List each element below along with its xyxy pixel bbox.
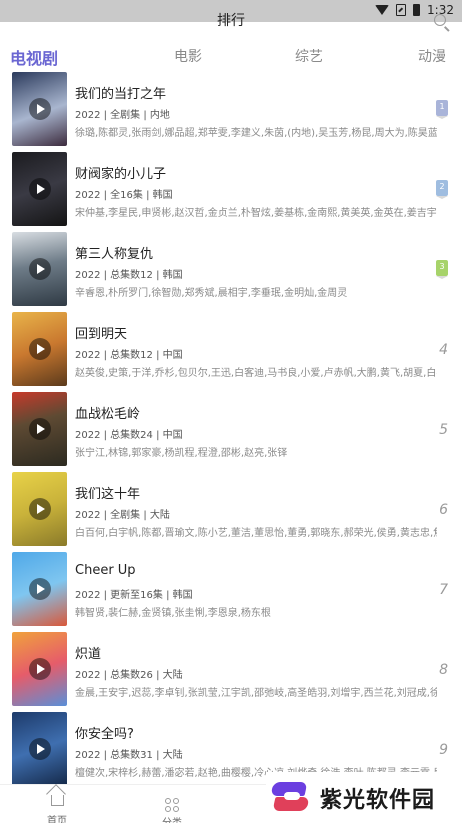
play-icon[interactable] (28, 418, 51, 440)
category-tabs: 电视剧 电影 综艺 动漫 (0, 42, 462, 72)
nav-categories-label: 分类 (142, 814, 202, 823)
show-title: 炽道 (75, 647, 102, 662)
tab-variety[interactable]: 综艺 (295, 46, 323, 66)
show-cast: 辛睿恩,朴所罗门,徐智勋,郑秀斌,晨相宇,李垂珉,金明灿,金周灵 (75, 288, 348, 299)
poster-image[interactable] (12, 72, 67, 146)
rank-number: 7 (439, 582, 448, 598)
rank-number: 9 (439, 742, 448, 758)
rank-badge-icon: 2 (436, 180, 448, 199)
show-meta: 2022 | 总集数12 | 韩国 (75, 270, 183, 281)
tab-tv-series[interactable]: 电视剧 (10, 45, 58, 69)
show-meta: 2022 | 总集数12 | 中国 (75, 350, 183, 361)
show-meta: 2022 | 全剧集 | 内地 (75, 110, 170, 121)
poster-image[interactable] (12, 552, 67, 626)
show-title: 财阀家的小儿子 (75, 167, 167, 182)
list-item[interactable]: 回到明天 2022 | 总集数12 | 中国 赵英俊,史策,于洋,乔杉,包贝尔,… (0, 312, 462, 392)
list-item[interactable]: 第三人称复仇 2022 | 总集数12 | 韩国 辛睿恩,朴所罗门,徐智勋,郑秀… (0, 232, 462, 312)
rank-badge-icon: 3 (436, 260, 448, 279)
nav-home-label: 首页 (47, 816, 67, 823)
grid-icon (165, 798, 179, 812)
show-title: 你安全吗? (75, 727, 134, 742)
show-meta: 2022 | 总集数26 | 大陆 (75, 670, 183, 681)
show-title: 回到明天 (75, 327, 128, 342)
show-cast: 赵英俊,史策,于洋,乔杉,包贝尔,王迅,白客迪,马书良,小爱,卢赤帆,大鹏,黄飞… (75, 368, 437, 379)
show-title: 第三人称复仇 (75, 247, 154, 262)
show-meta: 2022 | 总集数31 | 大陆 (75, 750, 183, 761)
play-icon[interactable] (28, 178, 51, 200)
watermark-logo-icon (268, 776, 312, 820)
play-icon[interactable] (28, 98, 51, 120)
list-item[interactable]: Cheer Up 2022 | 更新至16集 | 韩国 韩智贤,裴仁赫,金贤镇,… (0, 552, 462, 632)
show-cast: 白百何,白宇帆,陈都,晋瑜文,陈小艺,董洁,董思怡,董勇,郭晓东,郝荣光,侯勇,… (75, 528, 437, 539)
watermark: 紫光软件园 (266, 772, 462, 823)
show-meta: 2022 | 全剧集 | 大陆 (75, 510, 170, 521)
play-icon[interactable] (28, 578, 51, 600)
search-icon[interactable] (434, 14, 446, 26)
play-icon[interactable] (28, 658, 51, 680)
poster-image[interactable] (12, 392, 67, 466)
rank-number: 4 (439, 342, 448, 358)
show-cast: 宋仲基,李星民,申贤彬,赵汉哲,金贞兰,朴智炫,姜基栋,金南熙,黄美英,金英在,… (75, 208, 437, 219)
rank-number: 6 (439, 502, 448, 518)
rank-badge-icon: 1 (436, 100, 448, 119)
show-meta: 2022 | 总集数24 | 中国 (75, 430, 183, 441)
nav-categories[interactable]: 分类 (142, 789, 202, 823)
show-title: 血战松毛岭 (75, 407, 141, 422)
play-icon[interactable] (28, 738, 51, 760)
play-icon[interactable] (28, 338, 51, 360)
poster-image[interactable] (12, 152, 67, 226)
poster-image[interactable] (12, 232, 67, 306)
play-icon[interactable] (28, 498, 51, 520)
poster-image[interactable] (12, 312, 67, 386)
show-cast: 张宁江,林锦,郭家豪,杨凯程,程澄,邵彬,赵亮,张铎 (75, 448, 288, 459)
nav-home[interactable]: 首页 (27, 789, 87, 823)
show-meta: 2022 | 全16集 | 韩国 (75, 190, 173, 201)
rank-number: 5 (439, 422, 448, 438)
list-item[interactable]: 我们的当打之年 2022 | 全剧集 | 内地 徐璐,陈都灵,张雨剑,娜品超,郑… (0, 72, 462, 152)
show-cast: 徐璐,陈都灵,张雨剑,娜品超,郑苹雯,李建义,朱茵,(内地),吴玉芳,杨昆,周大… (75, 128, 437, 139)
list-item[interactable]: 血战松毛岭 2022 | 总集数24 | 中国 张宁江,林锦,郭家豪,杨凯程,程… (0, 392, 462, 472)
show-meta: 2022 | 更新至16集 | 韩国 (75, 590, 193, 601)
home-icon (50, 795, 64, 806)
play-icon[interactable] (28, 258, 51, 280)
list-item[interactable]: 财阀家的小儿子 2022 | 全16集 | 韩国 宋仲基,李星民,申贤彬,赵汉哲… (0, 152, 462, 232)
title-bar: 排行 (0, 0, 462, 36)
page-title: 排行 (217, 13, 245, 29)
poster-image[interactable] (12, 632, 67, 706)
poster-image[interactable] (12, 472, 67, 546)
show-title: 我们这十年 (75, 487, 141, 502)
show-cast: 韩智贤,裴仁赫,金贤镇,张圭悧,李恩泉,杨东根 (75, 608, 271, 619)
show-title: 我们的当打之年 (75, 87, 167, 102)
watermark-text: 紫光软件园 (320, 787, 436, 813)
list-item[interactable]: 我们这十年 2022 | 全剧集 | 大陆 白百何,白宇帆,陈都,晋瑜文,陈小艺… (0, 472, 462, 552)
list-item[interactable]: 炽道 2022 | 总集数26 | 大陆 金晨,王安宇,迟蕊,李卓钊,张凯莹,江… (0, 632, 462, 712)
show-cast: 金晨,王安宇,迟蕊,李卓钊,张凯莹,江宇凯,邵弛岐,高圣皓羽,刘增宇,西兰花,刘… (75, 688, 437, 699)
poster-image[interactable] (12, 712, 67, 786)
rank-number: 8 (439, 662, 448, 678)
tab-anime[interactable]: 动漫 (418, 46, 446, 66)
tab-movies[interactable]: 电影 (174, 46, 202, 66)
show-title: Cheer Up (75, 563, 136, 578)
